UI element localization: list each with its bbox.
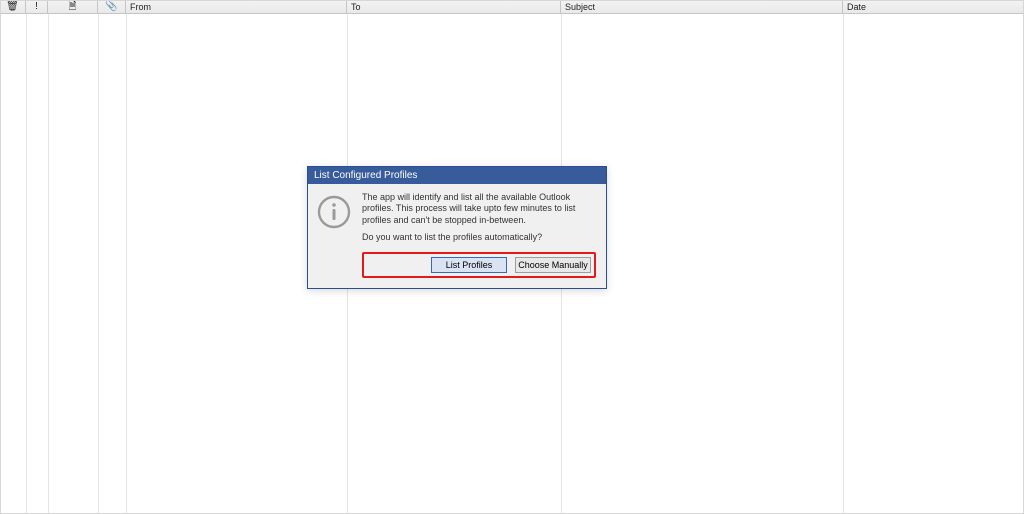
importance-icon: ! xyxy=(35,2,38,12)
choose-manually-button[interactable]: Choose Manually xyxy=(515,257,591,273)
col-subject[interactable]: Subject xyxy=(561,0,843,13)
trash-icon: 🗑 xyxy=(6,2,19,12)
col-attachment[interactable]: 📎 xyxy=(98,0,126,13)
col-from-label: From xyxy=(130,2,151,12)
dialog-text: The app will identify and list all the a… xyxy=(362,192,596,278)
col-to[interactable]: To xyxy=(347,0,561,13)
col-date-label: Date xyxy=(847,2,866,12)
col-subject-label: Subject xyxy=(565,2,595,12)
col-importance[interactable]: ! xyxy=(26,0,48,13)
dialog-message-2: Do you want to list the profiles automat… xyxy=(362,232,596,242)
paperclip-icon: 📎 xyxy=(105,2,117,12)
document-icon: 🗎 xyxy=(68,2,76,12)
info-icon xyxy=(316,194,352,230)
grid-header: 🗑 ! 🗎 📎 From To Subject Date xyxy=(0,0,1024,14)
dialog-message-1: The app will identify and list all the a… xyxy=(362,192,596,226)
col-date[interactable]: Date xyxy=(843,0,1024,13)
dialog-list-profiles: List Configured Profiles The app will id… xyxy=(307,166,607,289)
col-to-label: To xyxy=(351,2,361,12)
col-doc[interactable]: 🗎 xyxy=(48,0,98,13)
dialog-body: The app will identify and list all the a… xyxy=(308,184,606,288)
dialog-button-highlight: List Profiles Choose Manually xyxy=(362,252,596,278)
dialog-title: List Configured Profiles xyxy=(308,167,606,184)
list-profiles-button[interactable]: List Profiles xyxy=(431,257,507,273)
col-from[interactable]: From xyxy=(126,0,347,13)
col-delete[interactable]: 🗑 xyxy=(0,0,26,13)
